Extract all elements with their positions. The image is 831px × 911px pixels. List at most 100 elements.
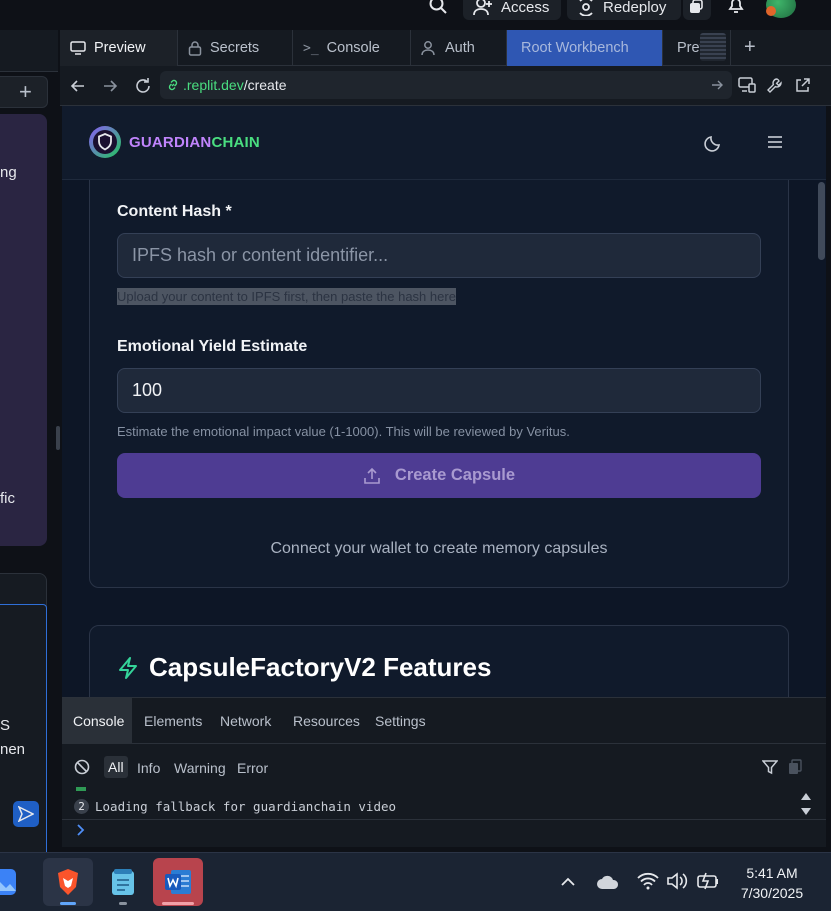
devtools-tab-resources[interactable]: Resources: [282, 698, 371, 744]
send-icon[interactable]: [13, 801, 39, 827]
filter-info[interactable]: Info: [137, 760, 160, 776]
tab-console-label: Console: [326, 40, 380, 56]
access-label: Access: [501, 0, 550, 16]
console-prompt-chevron-icon[interactable]: [76, 823, 86, 837]
content-hash-placeholder: IPFS hash or content identifier...: [132, 245, 389, 265]
clock[interactable]: 5:41 AM 7/30/2025: [722, 863, 822, 903]
tab-preview[interactable]: Preview: [60, 30, 178, 66]
tab-auth-label: Auth: [445, 40, 475, 56]
tab-preview-thumbnail: [700, 33, 726, 61]
open-new-window-icon[interactable]: [794, 77, 811, 94]
devtools-tab-network-label: Network: [220, 713, 272, 729]
devtools-tab-network[interactable]: Network: [209, 698, 282, 744]
terminal-icon: >_: [303, 40, 319, 56]
preview-viewport: Content Hash * IPFS hash or content iden…: [62, 106, 826, 697]
console-log-row-partial: [62, 787, 826, 793]
tab-root-workbench[interactable]: Root Workbench: [507, 30, 663, 66]
scroll-down-icon[interactable]: [800, 807, 812, 817]
devtools-tab-elements[interactable]: Elements: [133, 698, 213, 744]
guardianchain-logo[interactable]: [89, 126, 121, 158]
filter-error[interactable]: Error: [237, 760, 268, 776]
plus-icon[interactable]: +: [19, 81, 32, 103]
chat-input[interactable]: S nen: [0, 604, 47, 858]
volume-icon[interactable]: [666, 872, 688, 890]
cloud-icon[interactable]: [596, 874, 620, 890]
log-message: Loading fallback for guardianchain video: [95, 798, 397, 814]
devtools-tab-console[interactable]: Console: [62, 698, 132, 744]
deploy-icon: [577, 0, 595, 16]
user-icon: [421, 40, 437, 56]
shield-icon: [93, 130, 117, 154]
taskbar-brave-app[interactable]: [43, 858, 93, 906]
clear-console-icon[interactable]: [74, 759, 90, 775]
open-external-arrow-icon[interactable]: [710, 78, 724, 92]
reload-icon[interactable]: [134, 77, 152, 95]
devtools-tabbar: Console Elements Network Resources Setti…: [62, 698, 826, 744]
moon-icon[interactable]: [704, 134, 722, 152]
brand-name[interactable]: GUARDIANCHAIN: [129, 134, 260, 151]
filter-warning[interactable]: Warning: [174, 760, 226, 776]
wrench-icon[interactable]: [766, 77, 783, 94]
url-path: /create: [243, 77, 287, 93]
lock-icon: [188, 40, 202, 56]
content-hash-hint: Upload your content to IPFS first, then …: [117, 288, 456, 305]
taskbar-notepad-app[interactable]: [98, 858, 148, 906]
content-hash-label: Content Hash *: [117, 203, 232, 220]
tab-preview-label: Preview: [94, 40, 146, 56]
features-title: CapsuleFactoryV2 Features: [149, 652, 492, 682]
workspace-topbar: Access Redeploy: [0, 0, 831, 30]
copy-logs-icon[interactable]: [788, 759, 802, 775]
create-capsule-form: Content Hash * IPFS hash or content iden…: [89, 166, 789, 588]
lightning-icon: [117, 656, 139, 680]
content-hash-input[interactable]: IPFS hash or content identifier...: [117, 233, 761, 278]
word-active-indicator: [162, 902, 194, 905]
filter-icon[interactable]: [762, 759, 778, 775]
search-icon[interactable]: [428, 0, 448, 15]
back-arrow-icon[interactable]: [70, 78, 86, 94]
filter-all[interactable]: All: [104, 756, 128, 778]
avatar[interactable]: [766, 0, 796, 18]
devtools-tab-settings[interactable]: Settings: [364, 698, 437, 744]
hamburger-menu-icon[interactable]: [767, 135, 783, 149]
url-input[interactable]: .replit.dev /create: [160, 71, 732, 99]
left-panel-tabbar: [0, 30, 58, 72]
avatar-badge-icon: [766, 6, 776, 16]
devices-icon[interactable]: [738, 77, 756, 93]
devtools-tab-elements-label: Elements: [144, 713, 203, 729]
tab-secrets[interactable]: Secrets: [178, 30, 293, 66]
scroll-up-icon[interactable]: [800, 791, 812, 801]
panel-resize-handle[interactable]: [56, 426, 60, 450]
left-panel-text-1: ng: [0, 164, 17, 181]
notepad-running-indicator: [119, 902, 127, 905]
wifi-icon[interactable]: [637, 872, 659, 890]
clock-date: 7/30/2025: [740, 885, 804, 901]
bell-icon[interactable]: [727, 0, 745, 14]
battery-charging-icon[interactable]: [696, 872, 720, 890]
taskbar-photos-app[interactable]: [0, 858, 28, 906]
clock-time: 5:41 AM: [746, 865, 798, 881]
redeploy-button[interactable]: Redeploy: [567, 0, 681, 20]
chevron-up-icon[interactable]: [560, 876, 576, 886]
console-divider: [62, 819, 826, 820]
add-user-icon: [473, 0, 493, 16]
access-button[interactable]: Access: [463, 0, 561, 20]
left-panel-message-card: ng fic: [0, 114, 47, 546]
tab-auth[interactable]: Auth: [411, 30, 507, 66]
new-tab-plus-icon[interactable]: +: [744, 36, 756, 59]
create-capsule-button[interactable]: Create Capsule: [117, 453, 761, 498]
photos-app-icon: [0, 867, 18, 897]
forward-arrow-icon[interactable]: [102, 78, 118, 94]
devtools-tab-resources-label: Resources: [293, 713, 360, 729]
redeploy-label: Redeploy: [603, 0, 667, 16]
create-capsule-label: Create Capsule: [394, 466, 516, 484]
brand-name-part1: GUARDIAN: [129, 134, 212, 151]
viewport-scrollbar-thumb[interactable]: [818, 182, 825, 260]
left-panel-chat-area: S nen: [0, 573, 47, 871]
app-header: GUARDIANCHAIN: [62, 106, 826, 180]
deploy-menu-button[interactable]: [683, 0, 711, 20]
devtools-panel: Console Elements Network Resources Setti…: [62, 697, 826, 847]
tab-console[interactable]: >_ Console: [293, 30, 411, 66]
yield-value: 100: [132, 380, 163, 400]
yield-input[interactable]: 100: [117, 368, 761, 413]
taskbar-word-app[interactable]: [153, 858, 203, 906]
